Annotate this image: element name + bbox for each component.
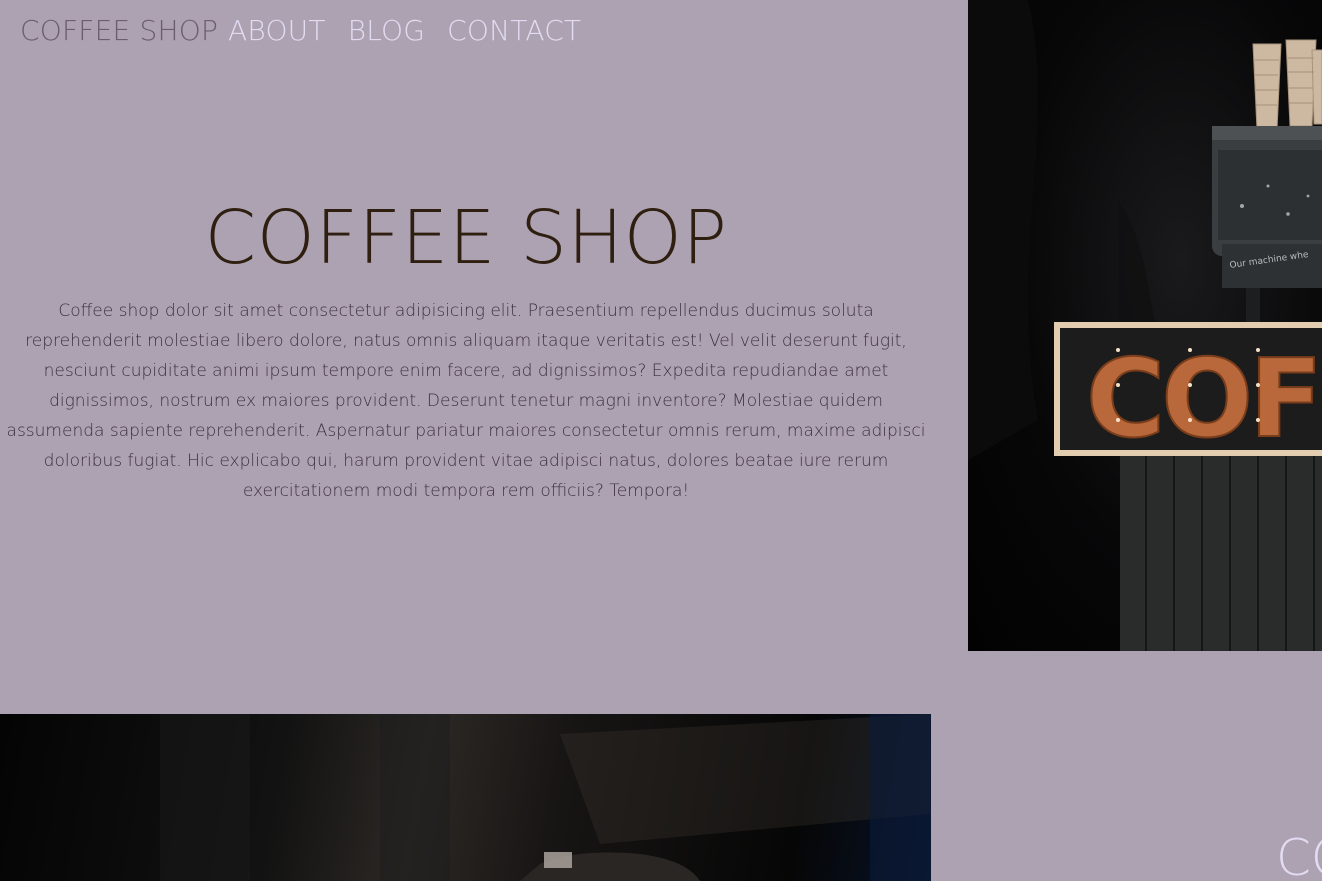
sign-letters: COF <box>1086 337 1319 462</box>
nav-link-about[interactable]: ABOUT <box>228 14 326 47</box>
top-nav: COFFEE SHOP ABOUT BLOG CONTACT <box>20 14 603 47</box>
page: COFFEE SHOP ABOUT BLOG CONTACT COFFEE SH… <box>0 0 1322 881</box>
hero-section: COFFEE SHOP Coffee shop dolor sit amet c… <box>0 190 932 506</box>
nav-link-contact[interactable]: CONTACT <box>447 14 581 47</box>
nav-brand-link[interactable]: COFFEE SHOP <box>20 14 218 47</box>
nav-link-blog[interactable]: BLOG <box>348 14 425 47</box>
hero-title: COFFEE SHOP <box>204 195 728 281</box>
cafe-photo-image <box>0 714 931 881</box>
hero-body-text: Coffee shop dolor sit amet consectetur a… <box>6 301 926 501</box>
section2-partial-heading: CO <box>1276 829 1322 881</box>
coffee-sign-image: Our machine whe COF <box>968 0 1322 651</box>
